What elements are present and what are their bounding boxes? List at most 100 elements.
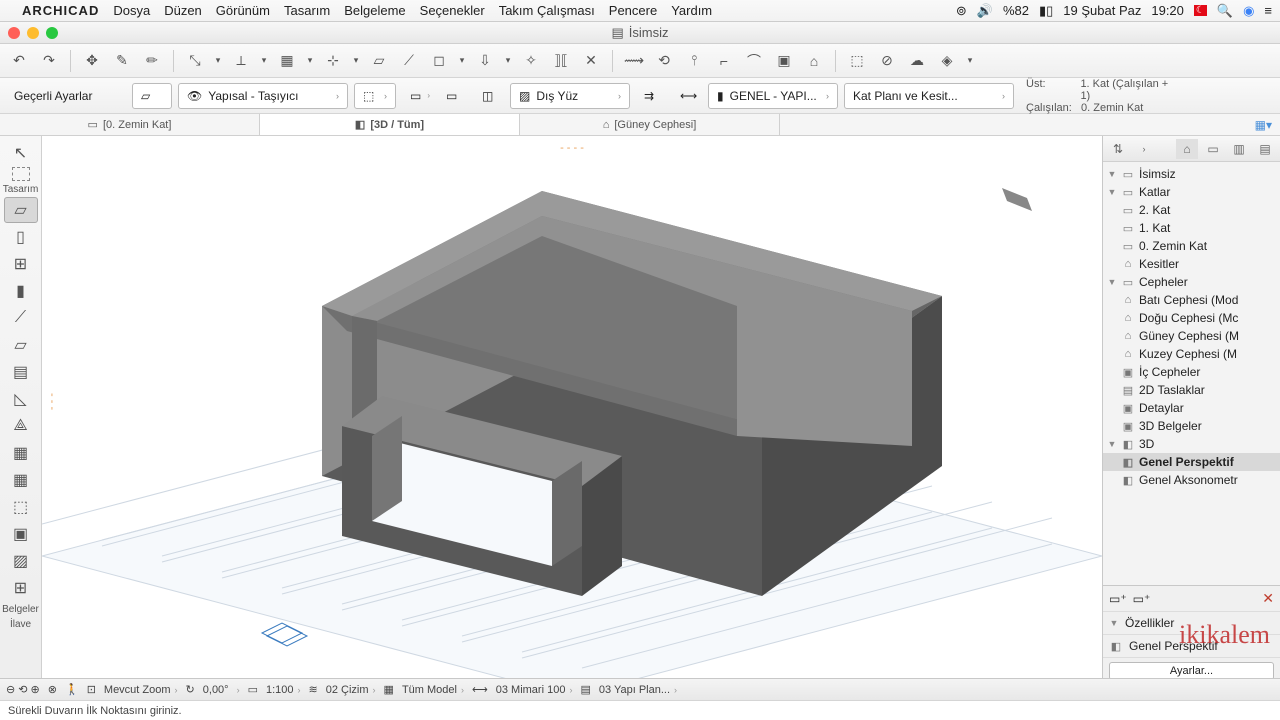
rotate-icon[interactable]: ↻ (186, 683, 195, 696)
snap-button[interactable]: ⟂ (228, 48, 254, 74)
menu-options[interactable]: Seçenekler (420, 3, 485, 18)
nav-story-1[interactable]: ▭1. Kat (1103, 219, 1280, 237)
nav-root[interactable]: ▼▭İsimsiz (1103, 165, 1280, 183)
scale-icon[interactable]: ▭ (248, 683, 258, 696)
arrow-tool[interactable]: ↖ (4, 140, 38, 166)
dim-icon[interactable]: ⟷ (472, 683, 488, 696)
modelfilter-select[interactable]: Tüm Model› (402, 684, 464, 696)
beam-tool[interactable]: ⟋ (4, 305, 38, 331)
app-name[interactable]: ARCHICAD (22, 3, 99, 18)
mesh-tool[interactable]: ▨ (4, 548, 38, 574)
nav-story-2[interactable]: ▭2. Kat (1103, 201, 1280, 219)
geometry-method-2[interactable]: ▭› (402, 83, 432, 109)
door-tool[interactable]: ▯ (4, 224, 38, 250)
marquee-tool[interactable] (12, 167, 30, 181)
menu-view[interactable]: Görünüm (216, 3, 270, 18)
geometry-method-1[interactable]: ⬚› (354, 83, 396, 109)
plan-select[interactable]: 03 Yapı Plan...› (599, 684, 677, 696)
curtain-tool[interactable]: ▦ (4, 440, 38, 466)
chevron-down-icon[interactable]: ▾ (304, 48, 316, 74)
menu-edit[interactable]: Düzen (164, 3, 202, 18)
flip-button[interactable]: ⇉ (636, 83, 666, 109)
ref-button[interactable]: ⟷ (672, 83, 702, 109)
morph-tool[interactable]: ▦ (4, 467, 38, 493)
arc-button[interactable]: ⌒ (741, 48, 767, 74)
measure-button[interactable]: ⟧⟦ (548, 48, 574, 74)
viewport-3d[interactable]: - - - - - - - (42, 136, 1102, 708)
cross-button[interactable]: ✕ (578, 48, 604, 74)
nav-newview-icon[interactable]: ▭⁺ (1109, 592, 1127, 606)
menu-document[interactable]: Belgeleme (344, 3, 405, 18)
chevron-down-icon[interactable]: ▾ (212, 48, 224, 74)
redo-button[interactable]: ↷ (36, 48, 62, 74)
nav-elev-s[interactable]: ⌂Güney Cephesi (M (1103, 327, 1280, 345)
angle-value[interactable]: 0,00° (203, 684, 229, 696)
suspend-button[interactable]: ⟿ (621, 48, 647, 74)
nav-interior[interactable]: ▣İç Cepheler (1103, 363, 1280, 381)
chevron-right-icon[interactable]: › (1133, 139, 1155, 159)
object-tool[interactable]: ⬚ (4, 494, 38, 520)
undo-button[interactable]: ↶ (6, 48, 32, 74)
corner-button[interactable]: ⌐ (711, 48, 737, 74)
nav-details[interactable]: ▣Detaylar (1103, 399, 1280, 417)
nav-elev-e[interactable]: ⌂Doğu Cephesi (Mc (1103, 309, 1280, 327)
menu-file[interactable]: Dosya (113, 3, 150, 18)
nav-story-0[interactable]: ▭0. Zemin Kat (1103, 237, 1280, 255)
zoom-select[interactable]: Mevcut Zoom› (104, 684, 178, 696)
nav-3ddocs[interactable]: ▣3D Belgeler (1103, 417, 1280, 435)
ruler-button[interactable]: ▱ (366, 48, 392, 74)
tab-floorplan[interactable]: ▭[0. Zemin Kat] (0, 114, 260, 135)
walk-icon[interactable]: 🚶 (65, 683, 79, 696)
grid-button[interactable]: ▦ (274, 48, 300, 74)
dim-select[interactable]: 03 Mimari 100› (496, 684, 573, 696)
menu-window[interactable]: Pencere (609, 3, 657, 18)
chevron-down-icon[interactable]: ▾ (350, 48, 362, 74)
plane-button[interactable]: ◻ (426, 48, 452, 74)
surface-select[interactable]: ▨Dış Yüz› (510, 83, 630, 109)
cloud-button[interactable]: ☁ (904, 48, 930, 74)
eyedropper-button[interactable]: ✎ (109, 48, 135, 74)
magic-button[interactable]: ✧ (518, 48, 544, 74)
geometry-method-4[interactable]: ◫ (474, 83, 504, 109)
trace-button[interactable]: ⟲ (651, 48, 677, 74)
nav-elev-n[interactable]: ⌂Kuzey Cephesi (M (1103, 345, 1280, 363)
tab-3d[interactable]: ◧[3D / Tüm] (260, 114, 520, 135)
more-tool[interactable]: ⊞ (4, 575, 38, 601)
spotlight-icon[interactable]: 🔍 (1217, 3, 1233, 19)
layer-icon[interactable]: ≋ (309, 683, 318, 696)
chevron-down-icon[interactable]: ▾ (258, 48, 270, 74)
plan-icon[interactable]: ▤ (580, 683, 590, 696)
layercombo-select[interactable]: 02 Çizim› (326, 684, 376, 696)
nav-perspective[interactable]: ◧Genel Perspektif (1103, 453, 1280, 471)
open-button[interactable]: ▣ (771, 48, 797, 74)
geometry-method-3[interactable]: ▭ (438, 83, 468, 109)
model-icon[interactable]: ▦ (384, 683, 394, 696)
fill-select[interactable]: ▮GENEL - YAPI...› (708, 83, 838, 109)
zone-tool[interactable]: ▣ (4, 521, 38, 547)
publish-button[interactable]: ⬚ (844, 48, 870, 74)
mesh-button[interactable]: ⊘ (874, 48, 900, 74)
siri-icon[interactable]: ◉ (1243, 3, 1254, 19)
guide-button[interactable]: ⟋ (396, 48, 422, 74)
nav-props-label[interactable]: Özellikler (1125, 616, 1174, 630)
nav-3d[interactable]: ▼◧3D (1103, 435, 1280, 453)
window-tool[interactable]: ⊞ (4, 251, 38, 277)
tab-elevation[interactable]: ⌂[Güney Cephesi] (520, 114, 780, 135)
shell-tool[interactable]: ⟁ (4, 413, 38, 439)
nav-layouts-icon[interactable]: ▥ (1228, 139, 1250, 159)
chevron-down-icon[interactable]: ▾ (456, 48, 468, 74)
nav-elev-w[interactable]: ⌂Batı Cephesi (Mod (1103, 291, 1280, 309)
nav-clone-icon[interactable]: ▭⁺ (1133, 592, 1151, 606)
settings-label[interactable]: Geçerli Ayarlar (6, 83, 126, 109)
menubar-time[interactable]: 19:20 (1151, 3, 1184, 18)
scale-select[interactable]: 1:100› (266, 684, 301, 696)
nav-stories[interactable]: ▼▭Katlar (1103, 183, 1280, 201)
nav-arrange-icon[interactable]: ⇅ (1107, 139, 1129, 159)
wall-icon-button[interactable]: ▱ (132, 83, 172, 109)
axis-button[interactable]: ⤡ (182, 48, 208, 74)
gravity-button[interactable]: ⇩ (472, 48, 498, 74)
zoom-tools[interactable]: ⊖ ⟲ ⊕ (6, 683, 40, 696)
nav-sections[interactable]: ⌂Kesitler (1103, 255, 1280, 273)
minimize-button[interactable] (27, 27, 39, 39)
nav-views-icon[interactable]: ▭ (1202, 139, 1224, 159)
